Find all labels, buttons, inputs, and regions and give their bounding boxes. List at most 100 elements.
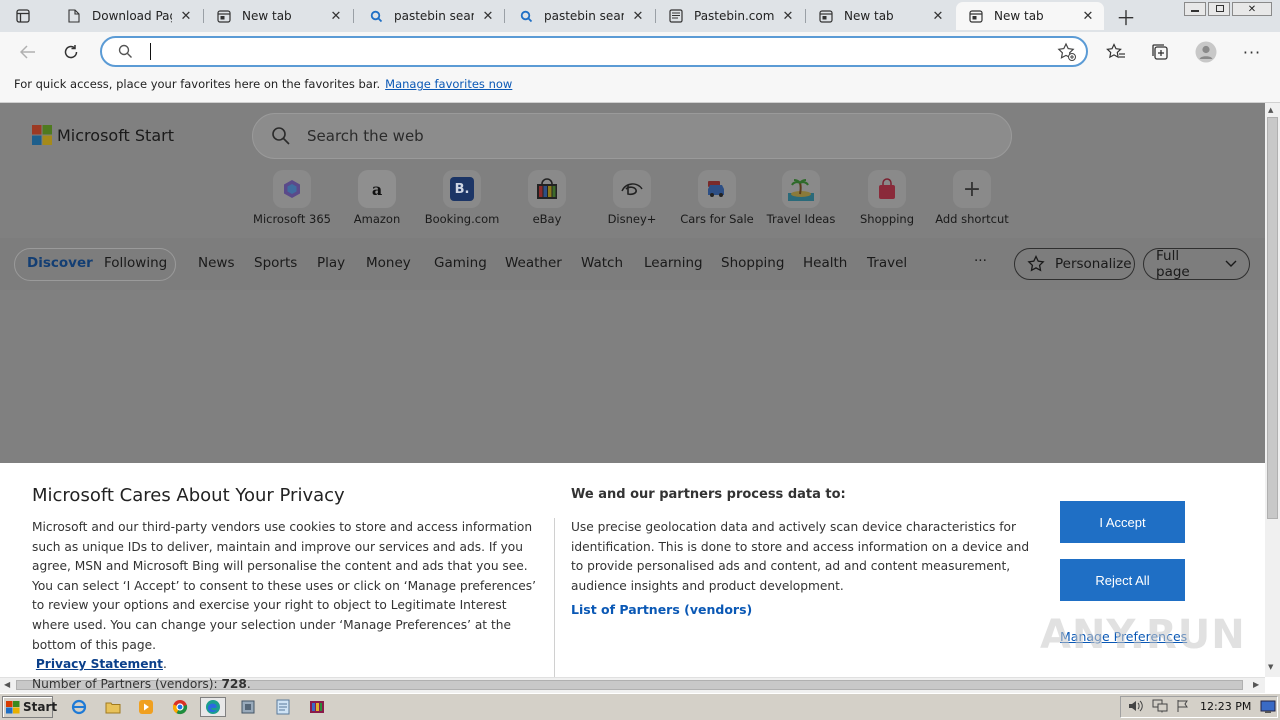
web-search-placeholder: Search the web (307, 127, 424, 145)
microsoft365-icon (273, 170, 311, 208)
chrome-icon[interactable] (167, 697, 193, 717)
close-icon[interactable]: ✕ (178, 8, 194, 24)
action-center-flag-icon[interactable] (1176, 699, 1190, 716)
tab-pastebin-search-2[interactable]: pastebin searc ✕ (506, 2, 654, 30)
tab-label: Pastebin.com (694, 9, 774, 23)
tab-label: New tab (844, 9, 894, 23)
nav-health[interactable]: Health (803, 255, 847, 271)
scroll-right-icon: ▶ (1253, 680, 1260, 689)
restore-button[interactable] (1208, 2, 1230, 16)
tab-label: Download Pag (92, 9, 172, 23)
more-nav-icon[interactable]: ··· (974, 253, 987, 269)
close-window-button[interactable]: ✕ (1232, 2, 1272, 16)
nav-money[interactable]: Money (366, 255, 411, 271)
internet-explorer-icon[interactable] (66, 697, 92, 717)
list-of-partners-link[interactable]: List of Partners (vendors) (571, 602, 752, 617)
dialog-divider (554, 518, 555, 677)
newtab-icon (968, 8, 984, 24)
newtab-icon (818, 8, 834, 24)
shortcut-shopping[interactable]: Shopping (842, 170, 932, 226)
shopping-bag-icon (868, 170, 906, 208)
tab-following[interactable]: Following (104, 255, 167, 271)
tab-download-page[interactable]: Download Pag ✕ (54, 2, 202, 30)
tab-new-tab-2[interactable]: New tab ✕ (806, 2, 954, 30)
tab-pastebin[interactable]: Pastebin.com ✕ (656, 2, 804, 30)
favorites-bar-hint: For quick access, place your favorites h… (14, 77, 381, 91)
close-icon[interactable]: ✕ (930, 8, 946, 24)
volume-icon[interactable] (1128, 699, 1144, 716)
add-favorite-icon[interactable] (1057, 42, 1077, 65)
start-button[interactable]: Start (2, 696, 57, 718)
file-explorer-icon[interactable] (100, 697, 126, 717)
shortcut-add[interactable]: + Add shortcut (927, 170, 1017, 226)
accept-button[interactable]: I Accept (1060, 501, 1185, 543)
tab-strip: Download Pag ✕ New tab ✕ pastebin searc … (0, 0, 1280, 32)
minimize-button[interactable] (1184, 2, 1206, 16)
shortcut-disney[interactable]: Disney+ (587, 170, 677, 226)
search-icon (118, 44, 133, 62)
nav-play[interactable]: Play (317, 255, 345, 271)
collections-icon[interactable] (1145, 37, 1175, 67)
search-icon (271, 126, 291, 146)
close-icon[interactable]: ✕ (1080, 8, 1096, 24)
nav-sports[interactable]: Sports (254, 255, 297, 271)
scroll-thumb (1267, 117, 1278, 519)
nav-watch[interactable]: Watch (581, 255, 623, 271)
nav-travel[interactable]: Travel (867, 255, 907, 271)
back-icon[interactable] (13, 37, 43, 67)
manage-favorites-link[interactable]: Manage favorites now (385, 77, 512, 91)
close-icon[interactable]: ✕ (328, 8, 344, 24)
island-icon (782, 170, 820, 208)
profile-avatar[interactable] (1191, 37, 1221, 67)
shortcut-microsoft365[interactable]: Microsoft 365 (247, 170, 337, 226)
close-icon[interactable]: ✕ (780, 8, 796, 24)
nav-shopping[interactable]: Shopping (721, 255, 784, 271)
tab-new-tab-active[interactable]: New tab ✕ (956, 2, 1104, 30)
shortcut-amazon[interactable]: a Amazon (332, 170, 422, 226)
close-icon[interactable]: ✕ (630, 8, 646, 24)
shortcut-label: Shopping (859, 212, 914, 226)
network-tool-icon[interactable] (235, 697, 261, 717)
amazon-icon: a (358, 170, 396, 208)
web-search-box[interactable]: Search the web (252, 113, 1012, 159)
notepad-icon[interactable] (270, 697, 296, 717)
tab-pastebin-search-1[interactable]: pastebin searc ✕ (356, 2, 504, 30)
edge-icon[interactable] (200, 697, 226, 717)
nav-learning[interactable]: Learning (644, 255, 703, 271)
new-tab-plus-icon[interactable]: ＋ (1111, 1, 1141, 31)
clock[interactable]: 12:23 PM (1200, 700, 1251, 713)
show-desktop-icon[interactable] (1260, 700, 1276, 717)
microsoft-start-logo[interactable]: Microsoft Start (32, 125, 174, 145)
favorites-icon[interactable] (1101, 37, 1131, 67)
start-label: Start (23, 700, 58, 714)
vertical-scrollbar[interactable]: ▲ ▼ (1265, 103, 1280, 677)
favorites-bar: For quick access, place your favorites h… (0, 72, 1280, 103)
reject-all-button[interactable]: Reject All (1060, 559, 1185, 601)
settings-more-icon[interactable]: ··· (1237, 37, 1267, 67)
shortcut-cars[interactable]: Cars for Sale (672, 170, 762, 226)
shortcut-travel[interactable]: Travel Ideas (756, 170, 846, 226)
pastebin-icon (668, 8, 684, 24)
newtab-icon (216, 8, 232, 24)
close-icon[interactable]: ✕ (480, 8, 496, 24)
address-bar[interactable] (100, 36, 1088, 67)
tab-discover[interactable]: Discover (27, 255, 93, 271)
nav-news[interactable]: News (198, 255, 234, 271)
personalize-button[interactable]: Personalize (1014, 248, 1135, 280)
shortcut-booking[interactable]: B. Booking.com (417, 170, 507, 226)
media-player-icon[interactable] (133, 697, 159, 717)
shortcut-ebay[interactable]: eBay (502, 170, 592, 226)
refresh-icon[interactable] (56, 37, 86, 67)
search-icon (368, 8, 384, 24)
nav-gaming[interactable]: Gaming (434, 255, 487, 271)
layout-dropdown[interactable]: Full page (1143, 248, 1250, 280)
nav-weather[interactable]: Weather (505, 255, 562, 271)
archive-icon[interactable] (304, 697, 330, 717)
tab-actions-icon[interactable] (8, 1, 38, 31)
tab-new-tab-1[interactable]: New tab ✕ (204, 2, 352, 30)
privacy-statement-link[interactable]: Privacy Statement (36, 657, 163, 671)
personalize-icon (1027, 255, 1045, 273)
plus-icon: + (953, 170, 991, 208)
personalize-label: Personalize (1055, 256, 1132, 272)
network-icon[interactable] (1152, 699, 1168, 716)
